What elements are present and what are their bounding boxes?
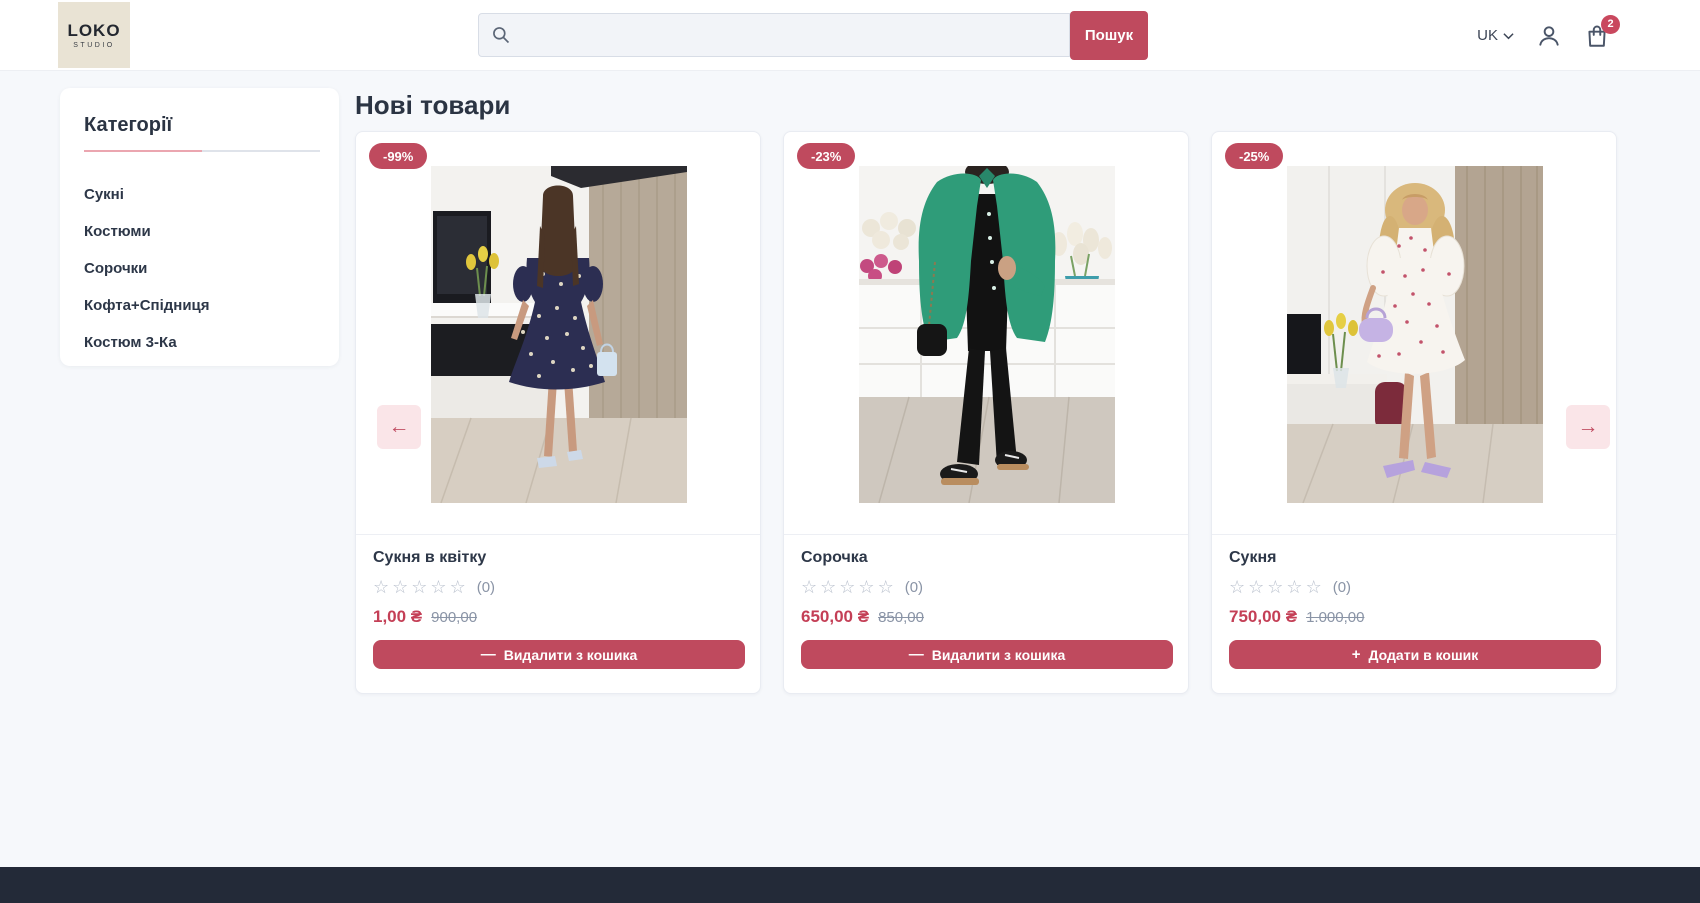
search-bar: Пошук	[478, 11, 1148, 60]
sidebar-item-shirts[interactable]: Сорочки	[84, 250, 315, 287]
search-input[interactable]	[511, 27, 1069, 44]
search-field-wrap	[478, 13, 1070, 57]
brand-subtitle: STUDIO	[73, 42, 114, 49]
star-icon: ☆	[878, 577, 897, 597]
rating-count: (0)	[905, 579, 923, 596]
plus-icon: +	[1352, 646, 1361, 663]
price-row: 750,00 ₴ 1.000,00	[1229, 607, 1599, 627]
product-title[interactable]: Сорочка	[801, 549, 1171, 567]
page-title: Нові товари	[355, 90, 510, 121]
star-icon: ☆	[839, 577, 858, 597]
product-image[interactable]	[859, 166, 1115, 503]
cart-count-badge: 2	[1601, 15, 1620, 34]
product-card: -25%	[1211, 131, 1617, 694]
star-icon: ☆	[858, 577, 877, 597]
product-title[interactable]: Сукня	[1229, 549, 1599, 567]
star-icon: ☆	[1267, 577, 1286, 597]
categories-panel: Категорії Сукні Костюми Сорочки Кофта+Сп…	[60, 88, 339, 366]
old-price: 1.000,00	[1306, 609, 1364, 626]
rating-row: ☆☆☆☆☆ (0)	[373, 577, 743, 598]
sidebar-item-top-skirt[interactable]: Кофта+Спідниця	[84, 287, 315, 324]
product-image[interactable]	[431, 166, 687, 503]
rating-row: ☆☆☆☆☆ (0)	[801, 577, 1171, 598]
product-info: Сукня ☆☆☆☆☆ (0) 750,00 ₴ 1.000,00 + Дода…	[1212, 535, 1616, 669]
cta-label: Видалити з кошика	[932, 647, 1066, 663]
language-code: UK	[1477, 27, 1498, 44]
product-photo-green-shirt	[859, 166, 1115, 503]
rating-count: (0)	[477, 579, 495, 596]
carousel-prev-button[interactable]: ←	[377, 405, 421, 449]
rating-count: (0)	[1333, 579, 1351, 596]
star-rating: ☆☆☆☆☆	[373, 577, 469, 598]
cart-button[interactable]: 2	[1584, 23, 1610, 49]
star-icon: ☆	[450, 577, 469, 597]
carousel-next-button[interactable]: →	[1566, 405, 1610, 449]
discount-badge: -23%	[797, 143, 855, 169]
product-photo-navy-dress	[431, 166, 687, 503]
category-list: Сукні Костюми Сорочки Кофта+Спідниця Кос…	[84, 176, 315, 361]
cta-label: Видалити з кошика	[504, 647, 638, 663]
star-rating: ☆☆☆☆☆	[801, 577, 897, 598]
add-to-cart-button[interactable]: + Додати в кошик	[1229, 640, 1601, 669]
current-price: 750,00 ₴	[1229, 607, 1297, 627]
product-card: -23%	[783, 131, 1189, 694]
product-image[interactable]	[1287, 166, 1543, 503]
account-button[interactable]	[1536, 23, 1562, 49]
product-info: Сорочка ☆☆☆☆☆ (0) 650,00 ₴ 850,00 — Вида…	[784, 535, 1188, 669]
minus-icon: —	[909, 646, 924, 663]
header: LOKO STUDIO Пошук UK	[0, 0, 1700, 71]
star-icon: ☆	[1286, 577, 1305, 597]
language-selector[interactable]: UK	[1477, 27, 1514, 44]
old-price: 850,00	[878, 609, 924, 626]
star-icon: ☆	[1248, 577, 1267, 597]
brand-name: LOKO	[67, 21, 120, 41]
star-icon: ☆	[373, 577, 392, 597]
remove-from-cart-button[interactable]: — Видалити з кошика	[373, 640, 745, 669]
star-icon: ☆	[430, 577, 449, 597]
star-icon: ☆	[392, 577, 411, 597]
search-icon	[491, 25, 511, 45]
sidebar-item-suits[interactable]: Костюми	[84, 213, 315, 250]
star-icon: ☆	[411, 577, 430, 597]
rating-row: ☆☆☆☆☆ (0)	[1229, 577, 1599, 598]
star-icon: ☆	[820, 577, 839, 597]
star-icon: ☆	[801, 577, 820, 597]
product-photo-white-dress	[1287, 166, 1543, 503]
search-button[interactable]: Пошук	[1070, 11, 1148, 60]
old-price: 900,00	[431, 609, 477, 626]
cta-label: Додати в кошик	[1369, 647, 1479, 663]
star-rating: ☆☆☆☆☆	[1229, 577, 1325, 598]
star-icon: ☆	[1229, 577, 1248, 597]
arrow-left-icon: ←	[389, 415, 410, 439]
discount-badge: -25%	[1225, 143, 1283, 169]
star-icon: ☆	[1306, 577, 1325, 597]
sidebar-item-dresses[interactable]: Сукні	[84, 176, 315, 213]
categories-divider	[84, 150, 320, 152]
sidebar-item-suit-3pc[interactable]: Костюм 3-Ка	[84, 324, 315, 361]
current-price: 1,00 ₴	[373, 607, 422, 627]
header-actions: UK 2	[1477, 0, 1610, 71]
minus-icon: —	[481, 646, 496, 663]
price-row: 650,00 ₴ 850,00	[801, 607, 1171, 627]
current-price: 650,00 ₴	[801, 607, 869, 627]
price-row: 1,00 ₴ 900,00	[373, 607, 743, 627]
chevron-down-icon	[1503, 32, 1514, 40]
arrow-right-icon: →	[1578, 415, 1599, 439]
footer	[0, 867, 1700, 903]
user-icon	[1536, 23, 1562, 49]
brand-logo[interactable]: LOKO STUDIO	[58, 2, 130, 68]
categories-title: Категорії	[84, 114, 315, 137]
product-info: Сукня в квітку ☆☆☆☆☆ (0) 1,00 ₴ 900,00 —…	[356, 535, 760, 669]
product-title[interactable]: Сукня в квітку	[373, 549, 743, 567]
remove-from-cart-button[interactable]: — Видалити з кошика	[801, 640, 1173, 669]
discount-badge: -99%	[369, 143, 427, 169]
